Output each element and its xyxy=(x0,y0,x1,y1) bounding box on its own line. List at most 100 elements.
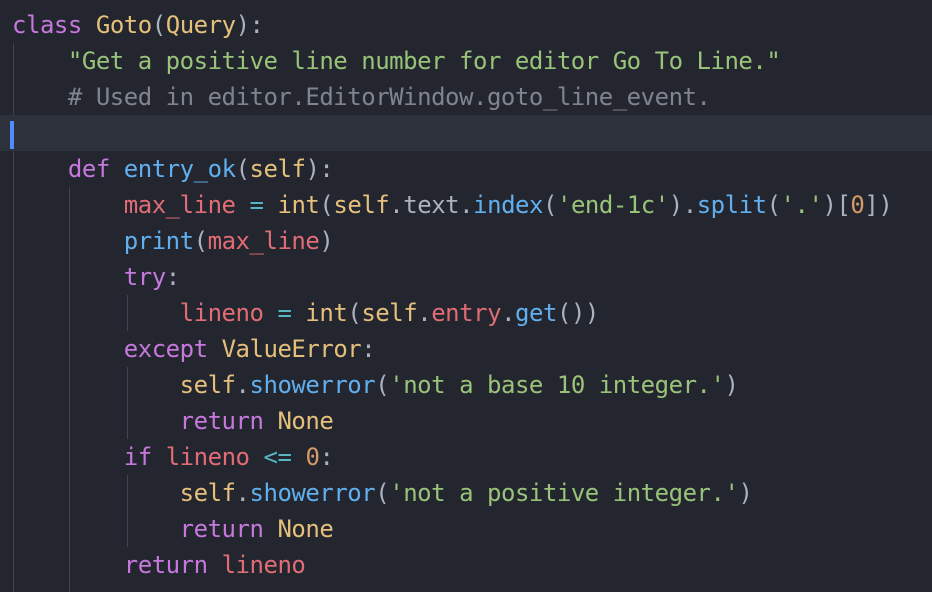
code-line-text: max_line = int(self.text.index('end-1c')… xyxy=(12,187,893,223)
code-token: entry xyxy=(431,299,502,327)
code-line-text: class Goto(Query): xyxy=(12,7,264,43)
code-token: ( xyxy=(766,191,781,219)
code-line[interactable]: "Get a positive line number for editor G… xyxy=(0,43,932,79)
code-token: 'end-1c' xyxy=(556,191,669,219)
code-token: . xyxy=(417,299,432,327)
code-line[interactable]: if lineno <= 0: xyxy=(0,439,932,475)
code-token: if xyxy=(123,443,152,471)
code-line[interactable]: class Goto(Query): xyxy=(0,7,932,43)
code-token: . xyxy=(235,371,250,399)
code-token: self xyxy=(333,191,390,219)
code-token: ( xyxy=(375,371,390,399)
code-token: ()) xyxy=(556,299,599,327)
code-line[interactable]: lineno = int(self.entry.get()) xyxy=(0,295,932,331)
code-token: # Used in editor.EditorWindow.goto_line_… xyxy=(67,83,711,111)
code-line[interactable]: return None xyxy=(0,403,932,439)
code-token: ValueError xyxy=(221,335,362,363)
code-token: ) xyxy=(738,479,753,507)
code-line-text: except ValueError: xyxy=(12,331,376,367)
code-token: self xyxy=(179,479,236,507)
code-token: 0 xyxy=(305,443,320,471)
code-token: = xyxy=(277,299,292,327)
code-token: lineno xyxy=(165,443,250,471)
code-token: None xyxy=(277,407,334,435)
code-token: try xyxy=(123,263,166,291)
code-token: ( xyxy=(375,479,390,507)
code-token: ): xyxy=(305,155,334,183)
code-token: = xyxy=(249,191,264,219)
code-token: return xyxy=(179,515,264,543)
code-token: 0 xyxy=(850,191,865,219)
code-token: except xyxy=(123,335,208,363)
code-line[interactable]: self.showerror('not a base 10 integer.') xyxy=(0,367,932,403)
code-token: None xyxy=(277,515,334,543)
code-token: int xyxy=(277,191,320,219)
code-token: class xyxy=(12,11,82,39)
code-token: get xyxy=(515,299,557,327)
code-line[interactable]: print(max_line) xyxy=(0,223,932,259)
code-line-text: "Get a positive line number for editor G… xyxy=(12,43,781,79)
code-token: self xyxy=(249,155,306,183)
code-line-text: # Used in editor.EditorWindow.goto_line_… xyxy=(12,79,711,115)
code-line[interactable]: def entry_ok(self): xyxy=(0,151,932,187)
code-line[interactable]: return None xyxy=(0,511,932,547)
code-token: : xyxy=(361,335,376,363)
code-token: entry_ok xyxy=(123,155,236,183)
code-token: ( xyxy=(235,155,250,183)
code-token: max_line xyxy=(123,191,236,219)
code-token: ): xyxy=(235,11,264,39)
code-line-text: self.showerror('not a base 10 integer.') xyxy=(12,367,739,403)
code-token: : xyxy=(165,263,180,291)
code-token: self xyxy=(361,299,418,327)
code-line[interactable] xyxy=(0,115,932,151)
code-line-text: return lineno xyxy=(12,547,306,583)
code-line[interactable]: except ValueError: xyxy=(0,331,932,367)
code-token: ]) xyxy=(864,191,893,219)
code-line-text: return None xyxy=(12,403,334,439)
code-token: split xyxy=(696,191,767,219)
code-line[interactable]: max_line = int(self.text.index('end-1c')… xyxy=(0,187,932,223)
code-line-text: return None xyxy=(12,511,334,547)
code-line-text: if lineno <= 0: xyxy=(12,439,334,475)
code-editor[interactable]: class Goto(Query): "Get a positive line … xyxy=(0,0,932,592)
code-token: return xyxy=(123,551,208,579)
code-token: ( xyxy=(347,299,362,327)
code-line[interactable]: # Used in editor.EditorWindow.goto_line_… xyxy=(0,79,932,115)
code-token: ) xyxy=(724,371,739,399)
code-token: )[ xyxy=(822,191,851,219)
code-token: int xyxy=(305,299,348,327)
code-token: text xyxy=(403,191,460,219)
code-line[interactable]: try: xyxy=(0,259,932,295)
code-token: max_line xyxy=(207,227,320,255)
code-token: ( xyxy=(193,227,208,255)
code-line[interactable]: return lineno xyxy=(0,547,932,583)
code-token: ). xyxy=(668,191,697,219)
code-token: ) xyxy=(319,227,334,255)
code-token: ( xyxy=(319,191,334,219)
code-line[interactable]: self.showerror('not a positive integer.'… xyxy=(0,475,932,511)
